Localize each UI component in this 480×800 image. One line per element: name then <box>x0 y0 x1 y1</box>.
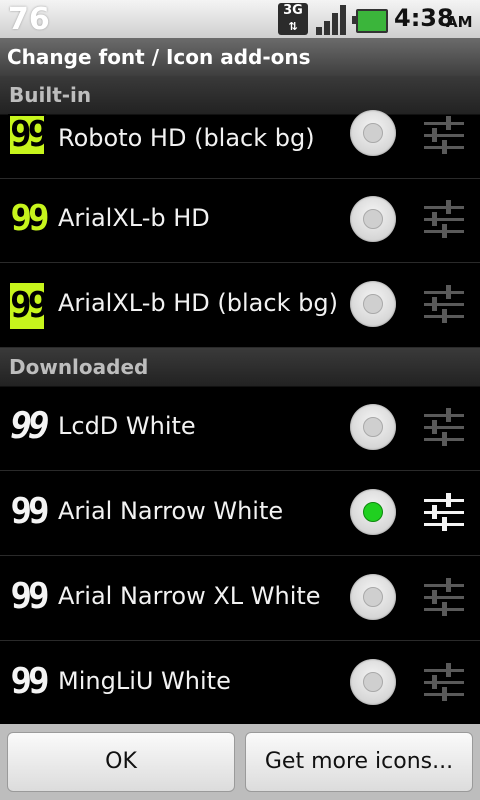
section-header-downloaded: Downloaded <box>0 348 480 387</box>
font-preview-icon: 99 <box>10 491 49 532</box>
sliders-icon[interactable] <box>424 663 464 703</box>
radio-button[interactable] <box>350 404 396 450</box>
font-label: MingLiU White <box>58 667 231 695</box>
radio-button[interactable] <box>350 574 396 620</box>
list-item[interactable]: 99 Arial Narrow XL White <box>0 556 480 641</box>
font-list[interactable]: Built-in 99 Roboto HD (black bg) 99 Aria… <box>0 76 480 724</box>
button-bar: OK Get more icons... <box>0 724 480 800</box>
font-preview-icon: 99 <box>10 198 49 239</box>
signal-icon <box>316 3 348 35</box>
status-number: 76 <box>8 2 50 37</box>
radio-button-selected[interactable] <box>350 489 396 535</box>
get-more-icons-button[interactable]: Get more icons... <box>245 732 473 792</box>
font-preview-icon: 99 <box>10 406 49 447</box>
sliders-icon[interactable] <box>424 493 464 533</box>
list-item[interactable]: 99 LcdD White <box>0 386 480 471</box>
sliders-icon[interactable] <box>424 285 464 325</box>
clock-time: 4:38 <box>394 4 454 32</box>
clock-ampm: AM <box>446 13 473 31</box>
font-preview-icon: 99 <box>8 281 49 331</box>
list-item[interactable]: 99 ArialXL-b HD <box>0 178 480 263</box>
font-preview-icon: 99 <box>10 661 49 702</box>
font-preview-icon: 99 <box>8 114 49 156</box>
sliders-icon[interactable] <box>424 116 464 156</box>
font-preview-icon: 99 <box>10 576 49 617</box>
font-label: LcdD White <box>58 412 196 440</box>
font-label: ArialXL-b HD (black bg) <box>58 289 338 317</box>
radio-button[interactable] <box>350 110 396 156</box>
font-label: ArialXL-b HD <box>58 204 210 232</box>
list-item[interactable]: 99 Roboto HD (black bg) <box>0 94 480 179</box>
font-label: Arial Narrow White <box>58 497 284 525</box>
radio-button[interactable] <box>350 659 396 705</box>
radio-button[interactable] <box>350 196 396 242</box>
battery-icon <box>352 9 388 33</box>
dialog-title-bar: Change font / Icon add-ons <box>0 38 480 76</box>
radio-button[interactable] <box>350 281 396 327</box>
font-label: Roboto HD (black bg) <box>58 124 315 152</box>
list-item[interactable]: 99 MingLiU White <box>0 641 480 724</box>
network-3g-icon: 3G ⇅ <box>278 3 308 35</box>
sliders-icon[interactable] <box>424 200 464 240</box>
list-item[interactable]: 99 ArialXL-b HD (black bg) <box>0 263 480 348</box>
list-item[interactable]: 99 Arial Narrow White <box>0 471 480 556</box>
sliders-icon[interactable] <box>424 408 464 448</box>
status-bar: 76 3G ⇅ 4:38 AM <box>0 0 480 38</box>
ok-button[interactable]: OK <box>7 732 235 792</box>
sliders-icon[interactable] <box>424 578 464 618</box>
dialog-title: Change font / Icon add-ons <box>7 45 311 69</box>
font-label: Arial Narrow XL White <box>58 582 321 610</box>
